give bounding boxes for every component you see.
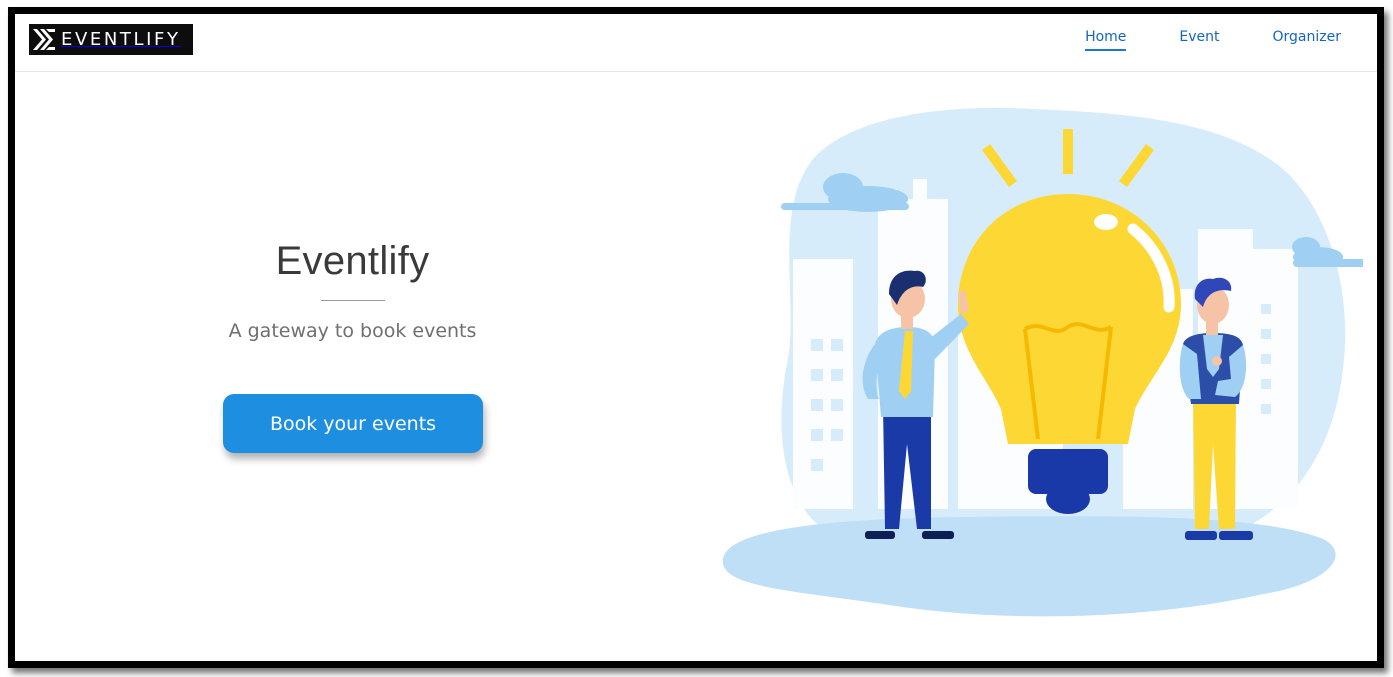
book-events-button[interactable]: Book your events — [223, 394, 483, 453]
hero-title: Eventlify — [275, 239, 430, 283]
nav-event-link[interactable]: Event — [1179, 29, 1219, 51]
nav-home-link[interactable]: Home — [1085, 29, 1127, 51]
hero-text-block: Eventlify A gateway to book events — [215, 239, 490, 342]
logo-mark-icon — [29, 24, 59, 55]
brand-logo[interactable]: EVENTLIFY — [29, 24, 193, 55]
logo-text: EVENTLIFY — [61, 29, 181, 50]
hero-subtitle: A gateway to book events — [228, 320, 477, 342]
nav-links: Home Event Organizer — [1085, 29, 1341, 51]
hero-divider — [320, 300, 385, 301]
nav-organizer-link[interactable]: Organizer — [1273, 29, 1341, 51]
browser-frame: EVENTLIFY Home Event Organizer Eventlify… — [8, 7, 1384, 668]
navbar: EVENTLIFY Home Event Organizer — [15, 14, 1377, 72]
lightbulb-idea-illustration — [722, 107, 1363, 617]
